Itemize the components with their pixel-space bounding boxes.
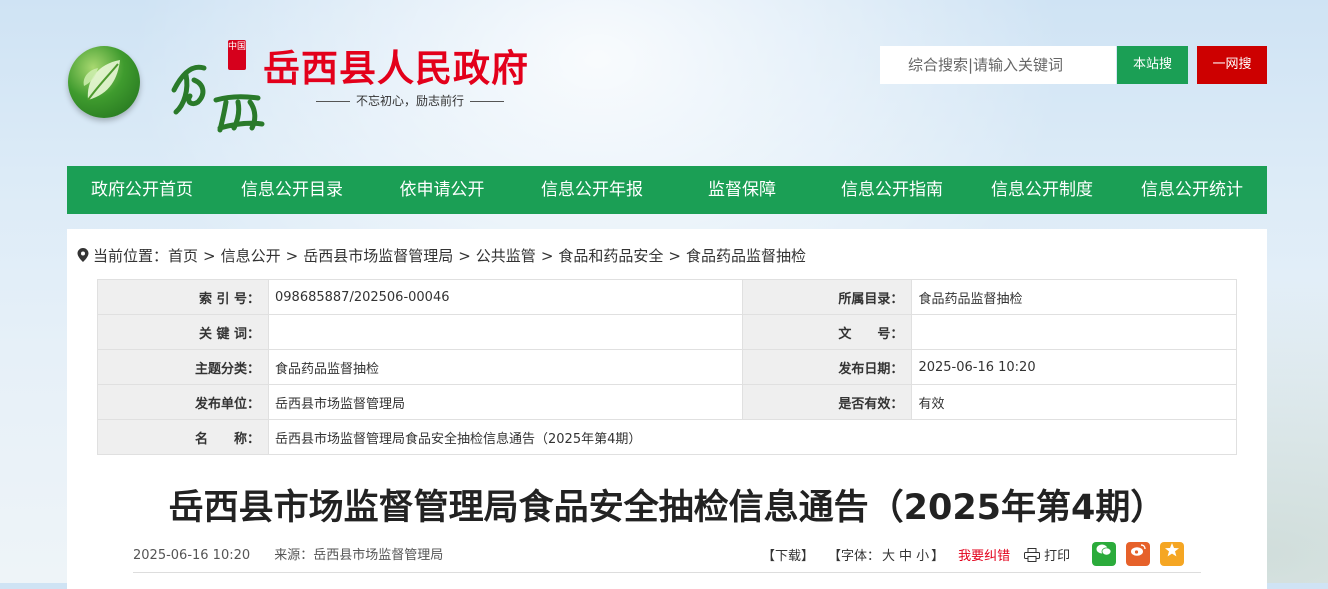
nav-item-home[interactable]: 政府公开首页: [67, 166, 217, 214]
index-label: 索 引 号：: [97, 279, 269, 315]
nav-item-guide[interactable]: 信息公开指南: [817, 166, 967, 214]
breadcrumb-prefix: 当前位置：: [93, 247, 169, 265]
content-panel: 当前位置：首页 > 信息公开 > 岳西县市场监督管理局 > 公共监管 > 食品和药品安全 > 食品药…: [67, 229, 1267, 589]
font-small-button[interactable]: 小: [916, 549, 929, 564]
font-size-prefix: 【字体：: [828, 548, 881, 564]
table-row: 发布单位： 岳西县市场监督管理局 是否有效： 有效: [97, 384, 1237, 420]
font-size-control: 【字体：大中小】: [828, 545, 944, 564]
article-source: 来源：岳西县市场监督管理局: [274, 548, 444, 563]
breadcrumb-current[interactable]: 食品药品监督抽检: [686, 247, 806, 265]
favorite-star-icon[interactable]: [1160, 542, 1185, 566]
nav-item-catalog[interactable]: 信息公开目录: [217, 166, 367, 214]
index-value: 098685887/202506-00046: [267, 279, 744, 315]
nav-item-application[interactable]: 依申请公开: [367, 166, 517, 214]
printer-icon: [1024, 547, 1041, 562]
nav-item-annual-report[interactable]: 信息公开年报: [517, 166, 667, 214]
table-row: 名 称： 岳西县市场监督管理局食品安全抽检信息通告（2025年第4期）: [97, 419, 1237, 455]
site-title: 岳西县人民政府: [263, 46, 529, 90]
document-meta-table: 索 引 号： 098685887/202506-00046 所属目录： 食品药品…: [97, 279, 1237, 455]
publisher-value: 岳西县市场监督管理局: [267, 384, 744, 420]
nav-item-system[interactable]: 信息公开制度: [967, 166, 1117, 214]
table-row: 主题分类： 食品药品监督抽检 发布日期： 2025-06-16 10:20: [97, 349, 1237, 385]
table-row: 索 引 号： 098685887/202506-00046 所属目录： 食品药品…: [97, 279, 1237, 315]
doc-name-value: 岳西县市场监督管理局食品安全抽检信息通告（2025年第4期）: [268, 419, 1237, 455]
breadcrumb: 当前位置：首页 > 信息公开 > 岳西县市场监督管理局 > 公共监管 > 食品和药品安全 > 食品药…: [77, 245, 806, 266]
publish-date-label: 发布日期：: [742, 349, 913, 385]
catalog-value: 食品药品监督抽检: [911, 279, 1237, 315]
article-tools: 【下载】 【字体：大中小】 我要纠错 打印: [762, 542, 1185, 566]
article-date: 2025-06-16 10:20: [133, 548, 251, 563]
divider: [133, 572, 1201, 573]
nav-item-statistics[interactable]: 信息公开统计: [1117, 166, 1267, 214]
print-label: 打印: [1044, 548, 1071, 564]
font-size-suffix: 】: [931, 548, 945, 564]
breadcrumb-separator: >: [458, 247, 471, 265]
location-pin-icon: [77, 248, 89, 262]
download-link[interactable]: 【下载】: [762, 545, 814, 564]
topic-value: 食品药品监督抽检: [267, 349, 744, 385]
breadcrumb-public-supervision[interactable]: 公共监管: [476, 247, 536, 265]
site-slogan: 不忘初心，励志前行: [310, 92, 510, 109]
keyword-label: 关 键 词：: [97, 314, 269, 350]
validity-label: 是否有效：: [742, 384, 913, 420]
breadcrumb-info-open[interactable]: 信息公开: [221, 247, 281, 265]
article-title: 岳西县市场监督管理局食品安全抽检信息通告（2025年第4期）: [168, 488, 1166, 528]
tea-leaf-emblem-icon: [68, 46, 140, 118]
main-nav: 政府公开首页 信息公开目录 依申请公开 信息公开年报 监督保障 信息公开指南 信…: [67, 166, 1267, 214]
print-button[interactable]: 打印: [1024, 545, 1070, 564]
wechat-share-icon[interactable]: [1092, 542, 1117, 566]
nav-item-supervision[interactable]: 监督保障: [667, 166, 817, 214]
validity-value: 有效: [911, 384, 1237, 420]
article-info: 2025-06-16 10:20 来源：岳西县市场监督管理局: [133, 544, 463, 563]
web-search-button[interactable]: 一网搜: [1197, 46, 1267, 84]
breadcrumb-separator: >: [668, 247, 681, 265]
correction-link[interactable]: 我要纠错: [958, 545, 1010, 564]
topic-label: 主题分类：: [97, 349, 269, 385]
calligraphy-logo: [171, 64, 265, 133]
publisher-label: 发布单位：: [97, 384, 269, 420]
breadcrumb-separator: >: [203, 247, 216, 265]
font-medium-button[interactable]: 中: [899, 549, 912, 564]
doc-number-value: [911, 314, 1237, 350]
breadcrumb-food-drug-safety[interactable]: 食品和药品安全: [558, 247, 663, 265]
breadcrumb-separator: >: [285, 247, 299, 265]
site-search-button[interactable]: 本站搜: [1117, 46, 1188, 84]
doc-name-label: 名 称：: [97, 419, 269, 455]
font-large-button[interactable]: 大: [882, 549, 895, 564]
publish-date-value: 2025-06-16 10:20: [911, 349, 1237, 385]
breadcrumb-home[interactable]: 首页: [168, 247, 198, 265]
table-row: 关 键 词： 文 号：: [97, 314, 1237, 350]
weibo-share-icon[interactable]: [1126, 542, 1151, 566]
site-logo[interactable]: 中国 岳西县人民政府 不忘初心，励志前行: [66, 40, 546, 135]
search-input[interactable]: [880, 46, 1116, 84]
breadcrumb-separator: >: [540, 247, 554, 265]
catalog-label: 所属目录：: [742, 279, 913, 315]
china-seal: 中国: [228, 40, 246, 70]
breadcrumb-bureau[interactable]: 岳西县市场监督管理局: [303, 247, 453, 265]
doc-number-label: 文 号：: [742, 314, 913, 350]
keyword-value: [267, 314, 744, 350]
